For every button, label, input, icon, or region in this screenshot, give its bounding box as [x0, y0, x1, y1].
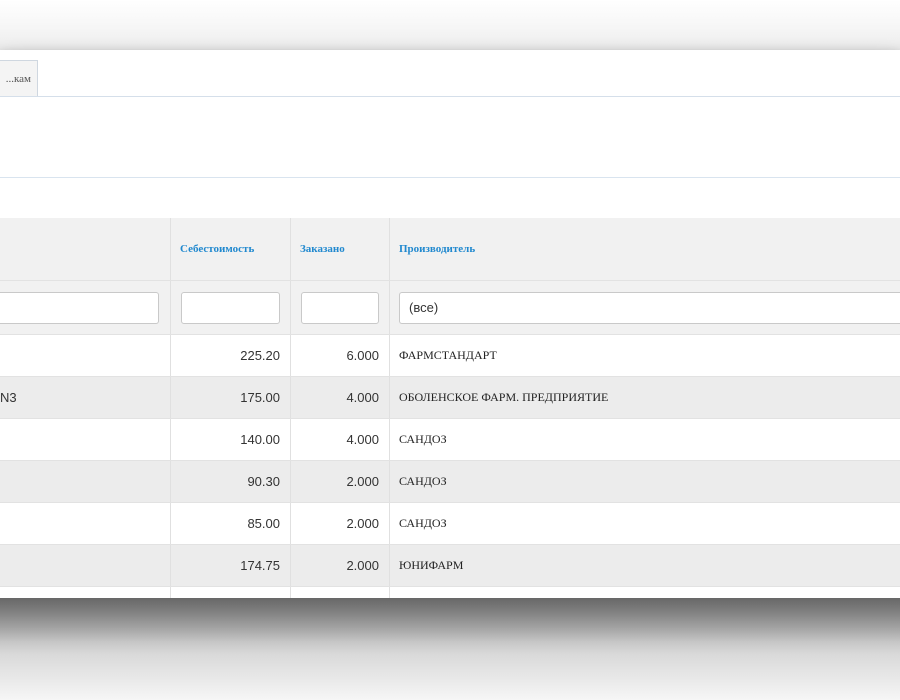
cell-ordered: 2.000 — [291, 461, 390, 502]
column-header-ordered[interactable]: Заказано — [291, 218, 390, 280]
filter-cell-ordered — [291, 281, 390, 334]
column-header-manufacturer[interactable]: Производитель — [390, 218, 900, 280]
cell-empty — [0, 587, 171, 598]
cell-cost: 225.20 — [171, 335, 291, 376]
cell-cost: 90.30 — [171, 461, 291, 502]
cell-name: N3 — [0, 377, 171, 418]
table-row[interactable]: 140.00 4.000 САНДОЗ — [0, 419, 900, 461]
cell-name — [0, 461, 171, 502]
cell-ordered: 2.000 — [291, 545, 390, 586]
cell-cost: 174.75 — [171, 545, 291, 586]
cell-manufacturer: САНДОЗ — [399, 432, 447, 446]
cell-name — [0, 419, 171, 460]
cell-ordered: 6.000 — [291, 335, 390, 376]
cell-manufacturer: ОБОЛЕНСКОЕ ФАРМ. ПРЕДПРИЯТИЕ — [399, 390, 609, 404]
filter-cell-cost — [171, 281, 291, 334]
cell-ordered: 4.000 — [291, 377, 390, 418]
cell-name — [0, 545, 171, 586]
screenshot-stage: ...кам Себестоимость Заказано Производит… — [0, 0, 900, 700]
filter-cell-name — [0, 281, 171, 334]
column-header-cost[interactable]: Себестоимость — [171, 218, 291, 280]
column-header-name[interactable] — [0, 218, 171, 280]
cell-cost: 85.00 — [171, 503, 291, 544]
filter-input-cost[interactable] — [181, 291, 280, 324]
tab-label: ...кам — [5, 72, 31, 85]
cell-cost: 175.00 — [171, 377, 291, 418]
tab-partial[interactable]: ...кам — [0, 60, 38, 96]
cell-ordered: 4.000 — [291, 419, 390, 460]
cell-manufacturer: САНДОЗ — [399, 516, 447, 530]
cell-empty — [291, 587, 390, 598]
table-row[interactable]: N3 175.00 4.000 ОБОЛЕНСКОЕ ФАРМ. ПРЕДПРИ… — [0, 377, 900, 419]
table-row-partial — [0, 587, 900, 598]
grid-filter-row: (все) — [0, 281, 900, 335]
table-row[interactable]: 225.20 6.000 ФАРМСТАНДАРТ — [0, 335, 900, 377]
toolbar-area — [0, 97, 900, 178]
cell-ordered: 2.000 — [291, 503, 390, 544]
cell-manufacturer: САНДОЗ — [399, 474, 447, 488]
tab-strip: ...кам — [0, 50, 900, 97]
app-window: ...кам Себестоимость Заказано Производит… — [0, 50, 900, 598]
filter-cell-manufacturer: (все) — [390, 281, 900, 334]
reflection-floor — [0, 598, 900, 700]
filter-select-value: (все) — [409, 300, 439, 315]
cell-empty — [390, 587, 900, 598]
grid-header-row: Себестоимость Заказано Производитель — [0, 218, 900, 281]
table-row[interactable]: 90.30 2.000 САНДОЗ — [0, 461, 900, 503]
cell-cost: 140.00 — [171, 419, 291, 460]
filter-select-manufacturer[interactable]: (все) — [399, 291, 900, 324]
table-row[interactable]: 85.00 2.000 САНДОЗ — [0, 503, 900, 545]
cell-manufacturer: ФАРМСТАНДАРТ — [399, 348, 497, 362]
cell-manufacturer: ЮНИФАРМ — [399, 558, 464, 572]
table-row[interactable]: 174.75 2.000 ЮНИФАРМ — [0, 545, 900, 587]
filter-input-ordered[interactable] — [301, 291, 379, 324]
cell-name — [0, 335, 171, 376]
cell-empty — [171, 587, 291, 598]
orders-grid: Себестоимость Заказано Производитель (вс… — [0, 218, 900, 598]
cell-name — [0, 503, 171, 544]
top-shadow — [0, 0, 900, 52]
filter-input-name[interactable] — [0, 291, 159, 324]
